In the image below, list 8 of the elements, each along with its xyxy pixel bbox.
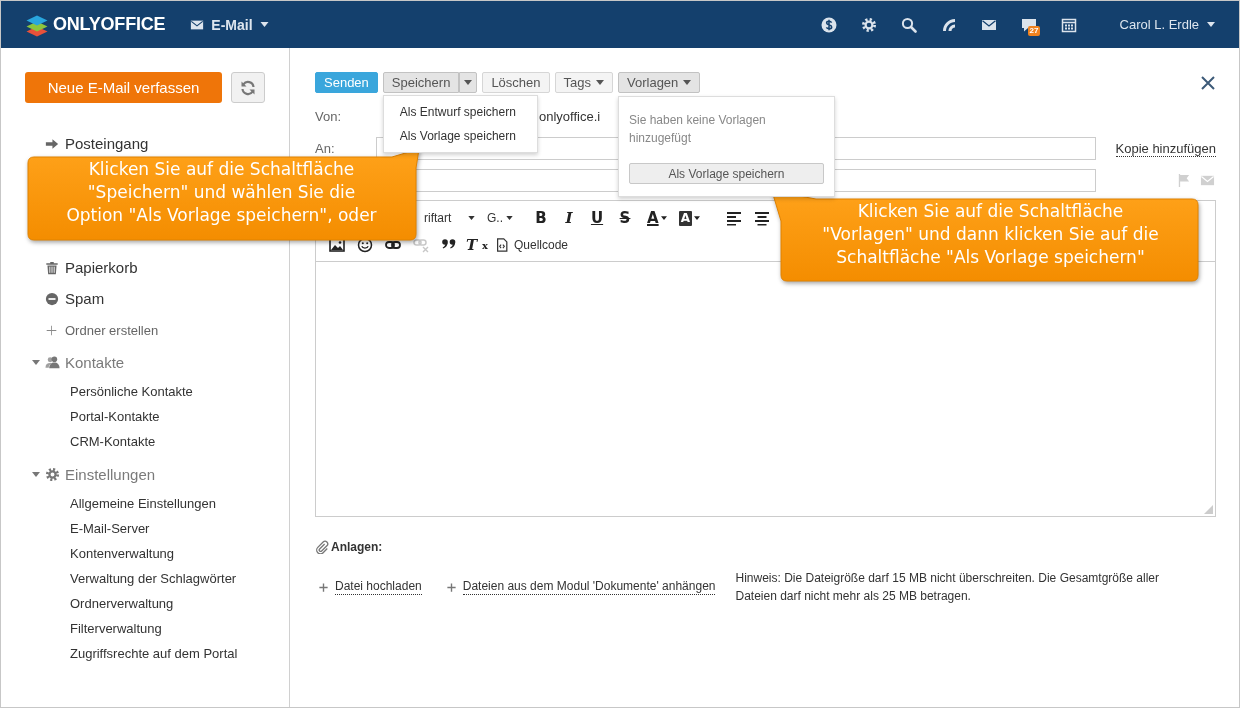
field-label: Von: — [315, 109, 343, 124]
notification-badge: 27 — [1027, 25, 1041, 36]
hint-text: Hinweis: Die Dateigröße darf 15 MB nicht überschreiten. Die Gesamtgröße aller Dateien darf nicht mehr als 25 MB betragen. — [735, 570, 1160, 605]
empty-message: Sie haben keine Vorlagen hinzugefügt — [629, 112, 767, 147]
field-label: An: — [315, 141, 336, 156]
logo: ONLYOFFICE — [53, 14, 166, 35]
attachments-label: Anlagen: — [331, 540, 383, 554]
field-value: onlyoffice.i — [539, 109, 601, 124]
